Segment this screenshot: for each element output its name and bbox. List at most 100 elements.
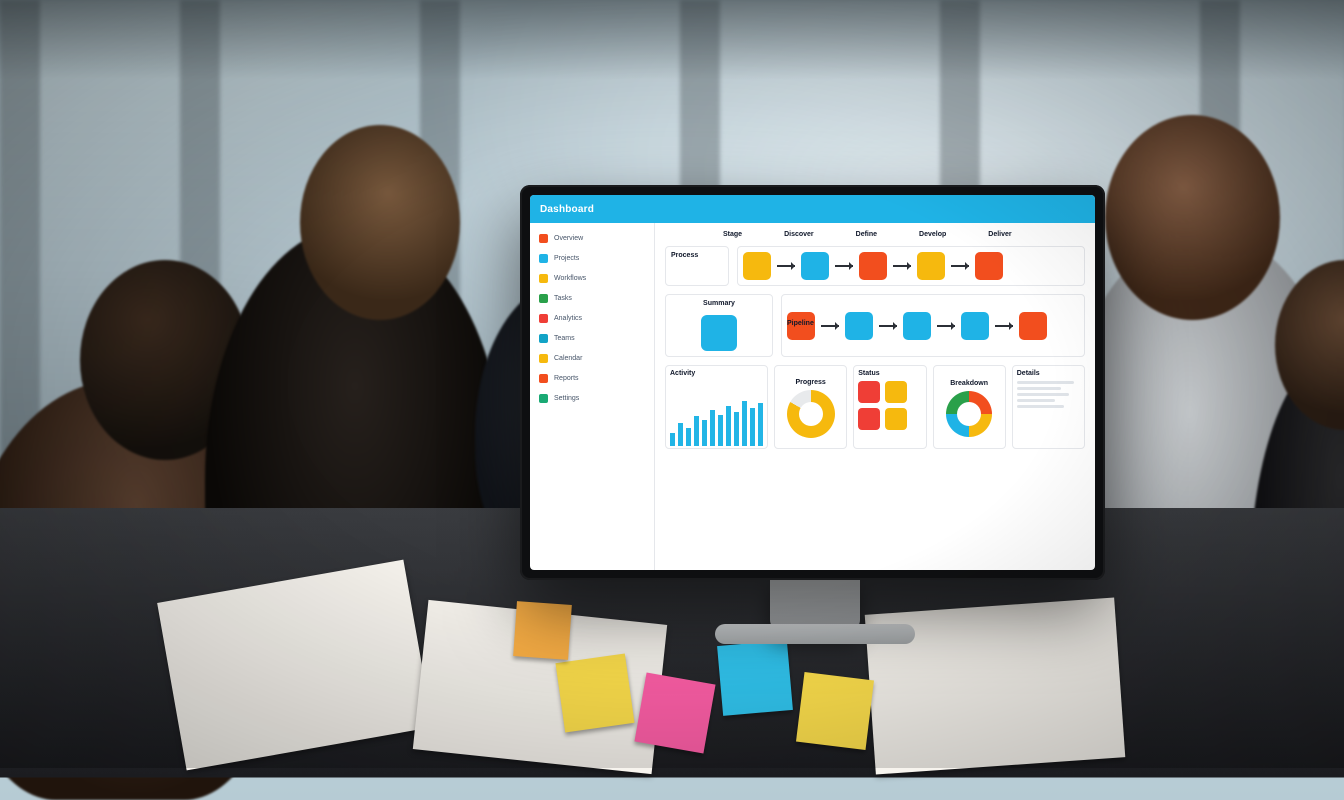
arrow-icon [893, 265, 911, 267]
bar [670, 433, 675, 446]
bar [718, 415, 723, 446]
status-tiles [858, 381, 921, 430]
column-headers: Stage Discover Define Develop Deliver [665, 231, 1085, 238]
chart-ring[interactable]: Breakdown [933, 365, 1006, 449]
col-head: Discover [784, 231, 814, 238]
nav-color-dot [539, 374, 548, 383]
sticky-note-pink [634, 672, 715, 753]
bar [686, 428, 691, 446]
nav-label: Workflows [554, 275, 586, 282]
nav-color-dot [539, 274, 548, 283]
bar [758, 403, 763, 446]
col-head: Deliver [988, 231, 1011, 238]
flow-tile[interactable] [917, 252, 945, 280]
chart-bar[interactable]: Activity [665, 365, 768, 449]
chart-title: Status [858, 370, 921, 377]
sidebar-item-teams[interactable]: Teams [536, 331, 648, 346]
app-brand: Dashboard [540, 204, 594, 215]
nav-label: Reports [554, 375, 579, 382]
flow-row-1[interactable] [737, 246, 1085, 286]
monitor-stand [770, 575, 860, 630]
arrow-icon [937, 325, 955, 327]
bar-series [670, 381, 763, 446]
chart-title: Progress [795, 379, 825, 386]
sidebar-item-settings[interactable]: Settings [536, 391, 648, 406]
arrow-icon [821, 325, 839, 327]
bar [710, 410, 715, 446]
col-head: Stage [723, 231, 742, 238]
nav-label: Settings [554, 395, 579, 402]
summary-tile[interactable] [701, 315, 737, 351]
nav-label: Projects [554, 255, 579, 262]
panel-summary[interactable]: Summary [665, 294, 773, 357]
sidebar-nav: Overview Projects Workflows Tasks Analytics T… [530, 223, 655, 570]
bar [726, 406, 731, 446]
col-head: Develop [919, 231, 946, 238]
sidebar-item-analytics[interactable]: Analytics [536, 311, 648, 326]
chart-list[interactable]: Details [1012, 365, 1085, 449]
chart-title: Details [1017, 370, 1080, 377]
arrow-icon [951, 265, 969, 267]
nav-label: Overview [554, 235, 583, 242]
bar [678, 423, 683, 446]
nav-color-dot [539, 354, 548, 363]
chart-donut[interactable]: Progress [774, 365, 847, 449]
status-tile [858, 381, 880, 403]
nav-label: Teams [554, 335, 575, 342]
arrow-icon [777, 265, 795, 267]
flow-tile[interactable] [975, 252, 1003, 280]
sticky-note-yellow [555, 653, 634, 732]
ring-icon [946, 391, 992, 437]
nav-label: Analytics [554, 315, 582, 322]
panel-process-label: Process [665, 246, 729, 286]
list-skeleton [1017, 381, 1080, 408]
bar [742, 401, 747, 447]
sidebar-item-calendar[interactable]: Calendar [536, 351, 648, 366]
flow-tile[interactable] [743, 252, 771, 280]
flow-tile[interactable] [801, 252, 829, 280]
dashboard-app: Dashboard Overview Projects Workflows Tasks… [530, 195, 1095, 570]
sidebar-item-overview[interactable]: Overview [536, 231, 648, 246]
flow-tile[interactable] [961, 312, 989, 340]
monitor-frame: Dashboard Overview Projects Workflows Tasks… [520, 185, 1105, 580]
flow-tile[interactable] [903, 312, 931, 340]
sidebar-item-tasks[interactable]: Tasks [536, 291, 648, 306]
arrow-icon [879, 325, 897, 327]
col-head: Define [856, 231, 877, 238]
charts-row: Activity Progress Status [665, 365, 1085, 449]
flow-tile[interactable] [845, 312, 873, 340]
nav-color-dot [539, 394, 548, 403]
sidebar-item-projects[interactable]: Projects [536, 251, 648, 266]
bar [734, 412, 739, 446]
bar [750, 408, 755, 446]
nav-color-dot [539, 334, 548, 343]
panel-title: Process [671, 252, 723, 259]
panel-title: Summary [703, 300, 735, 307]
flow-row-2[interactable]: Pipeline [781, 294, 1085, 357]
nav-color-dot [539, 294, 548, 303]
status-tile [885, 408, 907, 430]
nav-color-dot [539, 314, 548, 323]
main-canvas: Stage Discover Define Develop Deliver Pr… [655, 223, 1095, 570]
flow-tile[interactable] [859, 252, 887, 280]
arrow-icon [835, 265, 853, 267]
chart-status-tiles[interactable]: Status [853, 365, 926, 449]
arrow-icon [995, 325, 1013, 327]
app-topbar: Dashboard [530, 195, 1095, 223]
sticky-note-blue [717, 640, 793, 716]
sticky-note-yellow [796, 672, 874, 750]
status-tile [858, 408, 880, 430]
chart-title: Breakdown [950, 380, 988, 387]
flow-tile[interactable] [1019, 312, 1047, 340]
nav-color-dot [539, 254, 548, 263]
sidebar-item-reports[interactable]: Reports [536, 371, 648, 386]
bar [702, 420, 707, 446]
nav-label: Calendar [554, 355, 582, 362]
donut-icon [787, 390, 835, 438]
ceiling-shadow [0, 0, 1344, 80]
bar [694, 416, 699, 446]
nav-color-dot [539, 234, 548, 243]
chart-title: Activity [670, 370, 763, 377]
panel-title: Pipeline [787, 320, 814, 327]
sidebar-item-workflows[interactable]: Workflows [536, 271, 648, 286]
